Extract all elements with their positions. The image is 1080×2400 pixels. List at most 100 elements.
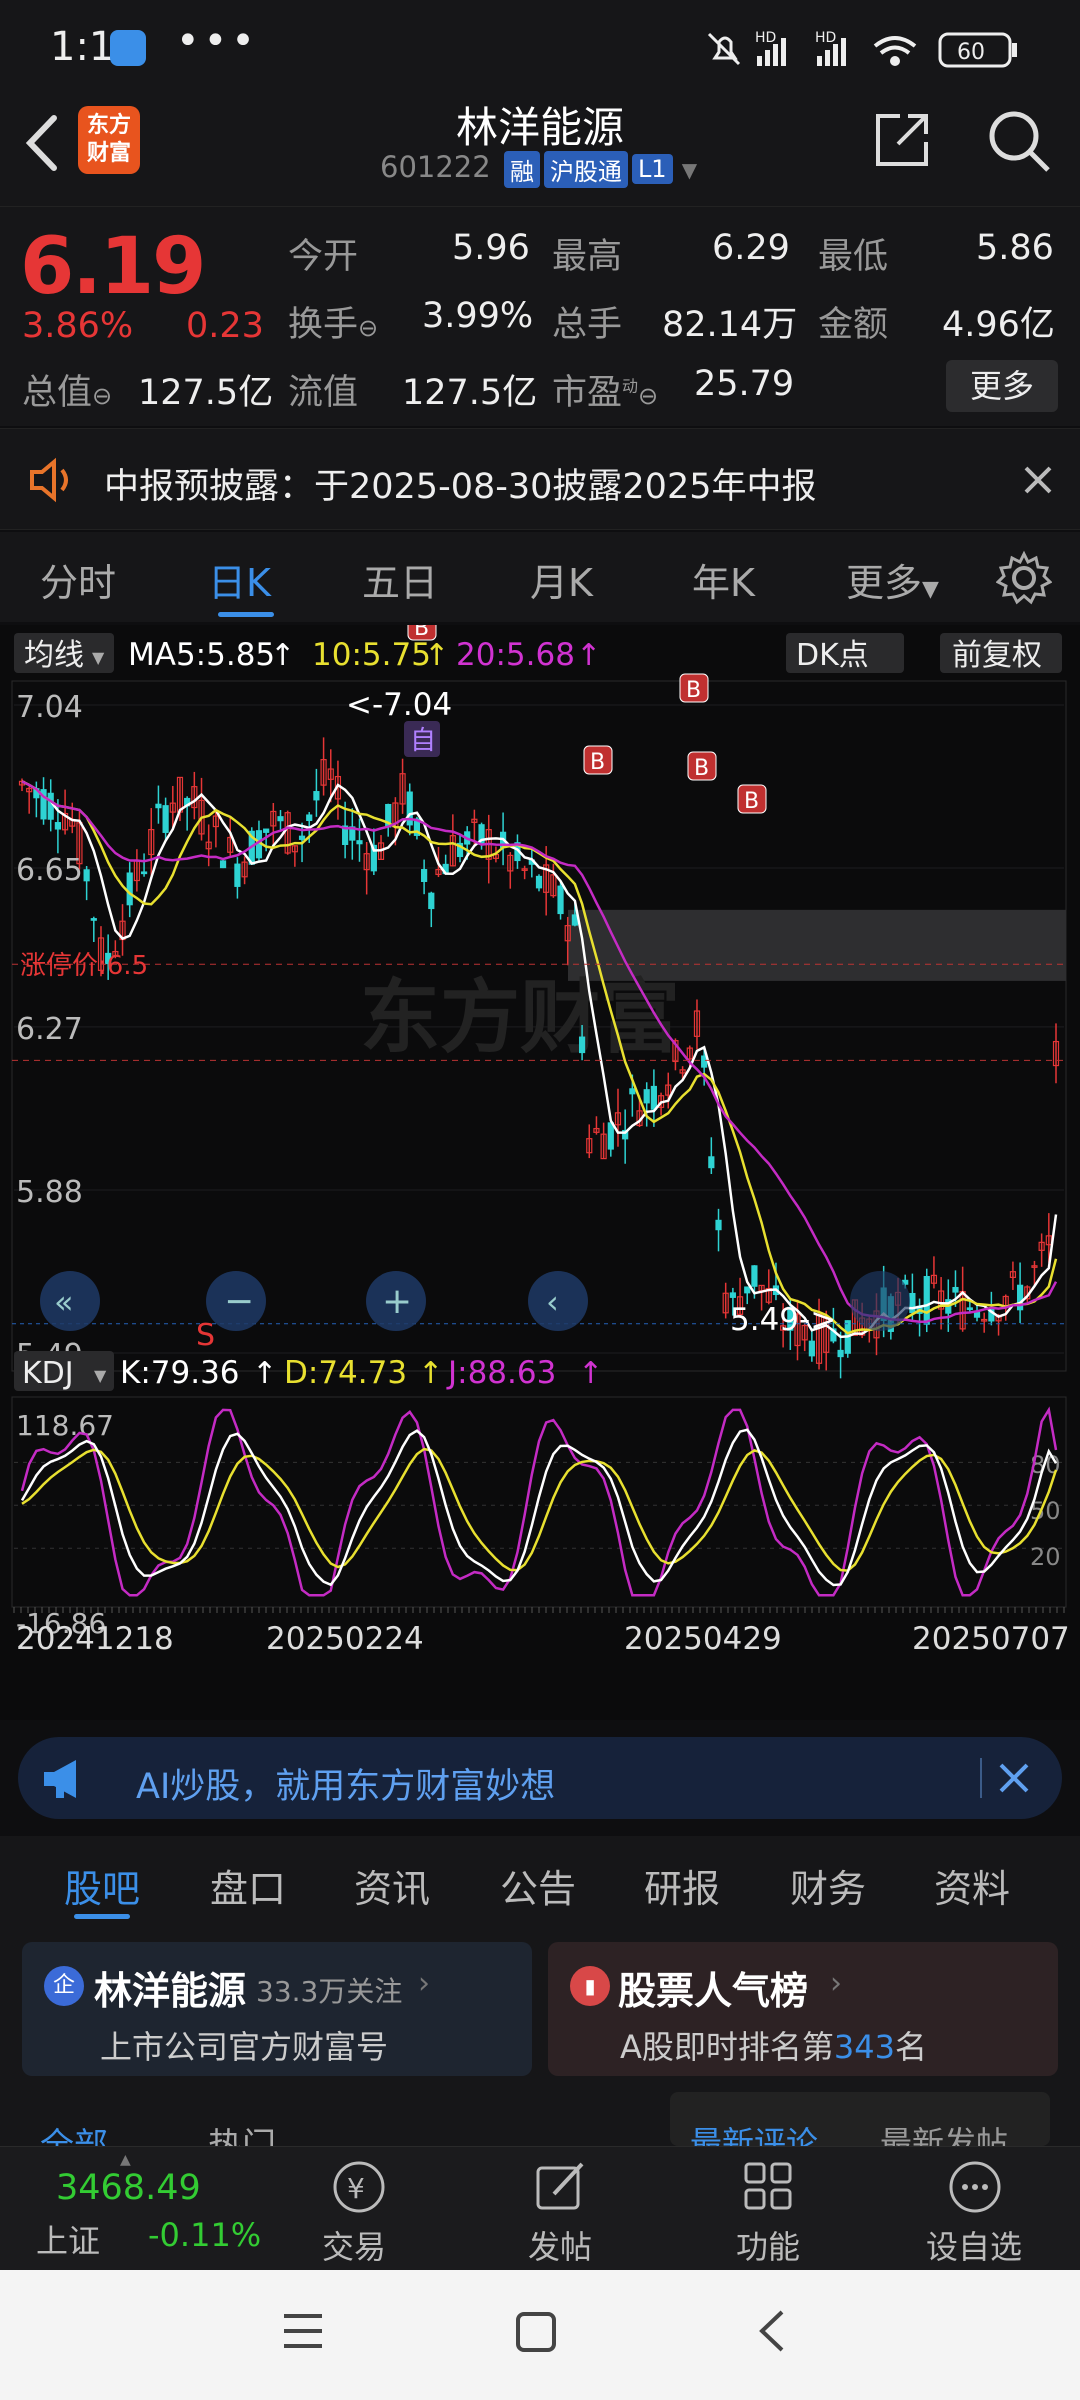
official-badge-icon: 企 xyxy=(44,1966,84,2006)
trade-icon[interactable]: ¥ xyxy=(330,2158,388,2216)
j-up-arrow: ↑ xyxy=(578,1356,603,1391)
candle-body xyxy=(421,869,428,882)
add-watchlist-button[interactable]: 设自选 xyxy=(926,2222,1022,2268)
mute-icon xyxy=(707,32,741,66)
chart-area[interactable]: 均线 ▼ MA5:5.85 ↑ 10:5.75 ↑ 20:5.68 ↑ DK点 … xyxy=(0,501,1080,1720)
tab-research[interactable]: 研报 xyxy=(644,1858,720,1913)
search-icon[interactable] xyxy=(984,106,1054,176)
speaker-icon xyxy=(30,457,68,503)
info-icon[interactable]: ⊖ xyxy=(638,382,658,410)
info-icon[interactable]: ⊖ xyxy=(92,382,112,410)
tab-orderbook[interactable]: 盘口 xyxy=(210,1858,286,1913)
more-circle-icon[interactable] xyxy=(946,2158,1004,2216)
tab-news[interactable]: 资讯 xyxy=(354,1858,430,1913)
float-cap-value: 127.5亿 xyxy=(402,373,538,413)
trade-button[interactable]: 交易 xyxy=(322,2222,386,2268)
ma20-up-arrow: ↑ xyxy=(576,638,601,673)
candle-body xyxy=(306,814,313,822)
pe-value: 25.79 xyxy=(694,364,795,404)
amount-label: 金额 xyxy=(818,305,889,345)
chevron-down-icon: ▼ xyxy=(922,577,939,602)
tab-active-indicator xyxy=(218,612,274,617)
stock-code: 601222 xyxy=(380,150,491,184)
float-cap-label: 流值 xyxy=(288,373,359,413)
candle-body xyxy=(837,1349,844,1358)
more-quote-button[interactable]: 更多 xyxy=(946,360,1058,412)
more-notifications-icon: ••• xyxy=(176,18,259,64)
turnover-value: 3.99% xyxy=(422,296,534,336)
functions-button[interactable]: 功能 xyxy=(736,2222,800,2268)
pe-label: 市盈动⊖ xyxy=(552,373,659,413)
candle-body xyxy=(162,805,169,833)
candle-body xyxy=(557,885,564,915)
share-icon[interactable] xyxy=(870,108,934,172)
marker-b-4-label: B xyxy=(694,756,709,781)
official-card-follow: 33.3万关注 xyxy=(256,1975,403,2008)
candle-body xyxy=(629,1088,636,1095)
tab-daily-k[interactable]: 日K xyxy=(208,552,271,607)
edit-icon[interactable] xyxy=(532,2158,590,2216)
tab-profile[interactable]: 资料 xyxy=(934,1858,1010,1913)
sort-latest-post[interactable]: 最新发帖 xyxy=(880,2118,1008,2146)
chevron-down-icon: ▼ xyxy=(94,1366,107,1385)
tab-announcements[interactable]: 公告 xyxy=(500,1858,576,1913)
kdj-pane-frame xyxy=(11,1396,1067,1608)
nav-back-icon[interactable] xyxy=(752,2306,792,2356)
candle-body xyxy=(751,1265,758,1287)
ma20-value: 20:5.68 xyxy=(456,637,575,673)
time-axis-ticks xyxy=(13,1607,1065,1613)
marker-b-5-label: B xyxy=(744,789,759,814)
price-tick-label: 6.27 xyxy=(16,1012,83,1047)
chevron-down-icon[interactable]: ▼ xyxy=(682,158,697,182)
apps-icon[interactable] xyxy=(740,2158,798,2216)
close-icon[interactable] xyxy=(1020,462,1056,498)
high-value: 6.29 xyxy=(712,228,790,268)
close-icon[interactable] xyxy=(996,1760,1032,1796)
tab-five-day[interactable]: 五日 xyxy=(362,552,438,607)
filter-hot[interactable]: 热门 xyxy=(208,2118,276,2146)
chevron-left-icon: ‹ xyxy=(546,1283,559,1321)
kline-chart[interactable]: 均线 ▼ MA5:5.85 ↑ 10:5.75 ↑ 20:5.68 ↑ DK点 … xyxy=(0,501,1080,1720)
connect-tag: 沪股通 xyxy=(543,150,628,188)
tab-monthly-k[interactable]: 月K xyxy=(530,552,593,607)
ai-banner-text: AI炒股，就用东方财富妙想 xyxy=(136,1767,556,1807)
chevron-right-icon: › xyxy=(830,1966,842,2001)
sort-latest-comment[interactable]: 最新评论 xyxy=(690,2118,818,2146)
tab-intraday[interactable]: 分时 xyxy=(40,552,116,607)
watermark: 东方财富 xyxy=(360,971,680,1064)
marker-b-3-label: B xyxy=(686,678,701,703)
svg-text:¥: ¥ xyxy=(347,2172,365,2205)
candle-body xyxy=(744,1286,751,1294)
home-icon[interactable] xyxy=(514,2310,558,2354)
candle-body xyxy=(356,840,363,845)
limit-price-label: 涨停价:6.5 xyxy=(20,951,148,981)
index-name: 上证 xyxy=(36,2222,101,2260)
tab-financials[interactable]: 财务 xyxy=(790,1858,866,1913)
post-button[interactable]: 发帖 xyxy=(528,2222,592,2268)
adjust-label: 前复权 xyxy=(952,638,1042,673)
change-amount: 0.23 xyxy=(186,306,264,346)
tab-more[interactable]: 更多▼ xyxy=(846,552,939,607)
scroll-right-button[interactable] xyxy=(850,1271,910,1331)
filter-all[interactable]: 全部 xyxy=(40,2118,108,2146)
ma5-up-arrow: ↑ xyxy=(270,638,295,673)
candle-body xyxy=(715,1219,722,1231)
candle-body xyxy=(909,1292,916,1314)
j-line xyxy=(20,1406,1058,1597)
time-axis-labels: 20241218 20250224 20250429 20250707 xyxy=(16,1621,1070,1657)
low-label: 最低 xyxy=(818,237,889,277)
ma10-value: 10:5.75 xyxy=(312,637,431,673)
tab-yearly-k[interactable]: 年K xyxy=(692,552,755,607)
candle-body xyxy=(126,872,133,906)
s-label: S xyxy=(196,1318,215,1353)
plus-icon: + xyxy=(382,1281,412,1322)
menu-icon[interactable] xyxy=(280,2310,326,2352)
tab-forum[interactable]: 股吧 xyxy=(64,1858,140,1913)
high-label: 最高 xyxy=(552,237,623,277)
gear-icon[interactable] xyxy=(996,550,1052,606)
candle-body xyxy=(219,860,227,869)
candle-body xyxy=(234,863,241,887)
info-icon[interactable]: ⊖ xyxy=(358,314,378,342)
price-tick-label: 7.04 xyxy=(16,690,83,725)
time-tick-label: 20250429 xyxy=(624,1621,782,1657)
